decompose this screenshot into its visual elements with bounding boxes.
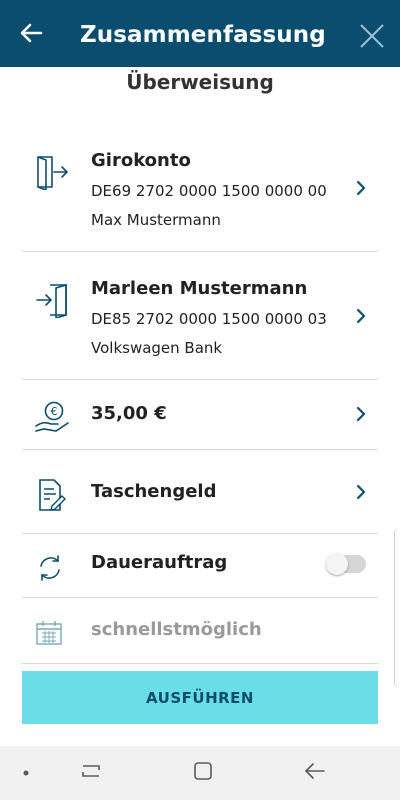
recipient-bank: Volkswagen Bank xyxy=(91,339,223,357)
amount-value: 35,00 € xyxy=(91,403,167,424)
chevron-right-icon xyxy=(356,406,366,422)
euro-hand-icon: € xyxy=(35,401,69,432)
recipient-name: Marleen Mustermann xyxy=(91,278,308,299)
back-icon[interactable] xyxy=(304,760,326,782)
account-out-icon xyxy=(37,156,69,190)
app-header: Zusammenfassung xyxy=(0,0,400,67)
standing-order-row: Dauerauftrag xyxy=(22,534,378,598)
chevron-right-icon xyxy=(356,180,366,196)
recent-apps-icon[interactable] xyxy=(80,760,102,782)
execution-date-label: schnellstmöglich xyxy=(91,619,262,640)
back-arrow-icon[interactable] xyxy=(18,20,44,46)
account-in-icon xyxy=(36,283,67,318)
toggle-knob xyxy=(326,553,348,575)
from-account-title: Girokonto xyxy=(91,150,191,171)
close-icon[interactable] xyxy=(358,22,386,50)
page-title: Zusammenfassung xyxy=(80,22,326,48)
standing-order-toggle[interactable] xyxy=(326,553,366,575)
execute-button[interactable]: AUSFÜHREN xyxy=(22,671,378,724)
purpose-row[interactable]: Taschengeld xyxy=(22,450,378,534)
svg-text:€: € xyxy=(51,405,58,418)
recipient-row[interactable]: Marleen Mustermann DE85 2702 0000 1500 0… xyxy=(22,252,378,380)
dot-icon xyxy=(23,770,29,776)
recipient-iban: DE85 2702 0000 1500 0000 03 xyxy=(91,310,327,328)
standing-order-label: Dauerauftrag xyxy=(91,552,228,573)
from-account-iban: DE69 2702 0000 1500 0000 00 xyxy=(91,182,327,200)
calendar-icon xyxy=(36,621,62,645)
home-icon[interactable] xyxy=(192,760,214,782)
chevron-right-icon xyxy=(356,484,366,500)
transfer-type-heading: Überweisung xyxy=(126,70,274,94)
purpose-text: Taschengeld xyxy=(91,481,217,502)
document-edit-icon xyxy=(39,479,66,511)
from-account-holder: Max Mustermann xyxy=(91,211,221,229)
system-nav-bar xyxy=(0,746,400,800)
amount-row[interactable]: € 35,00 € xyxy=(22,380,378,450)
chevron-right-icon xyxy=(356,308,366,324)
from-account-row[interactable]: Girokonto DE69 2702 0000 1500 0000 00 Ma… xyxy=(22,124,378,252)
execution-date-row[interactable]: schnellstmöglich xyxy=(22,598,378,664)
refresh-icon xyxy=(40,555,60,581)
edge-panel-handle[interactable] xyxy=(394,528,400,688)
